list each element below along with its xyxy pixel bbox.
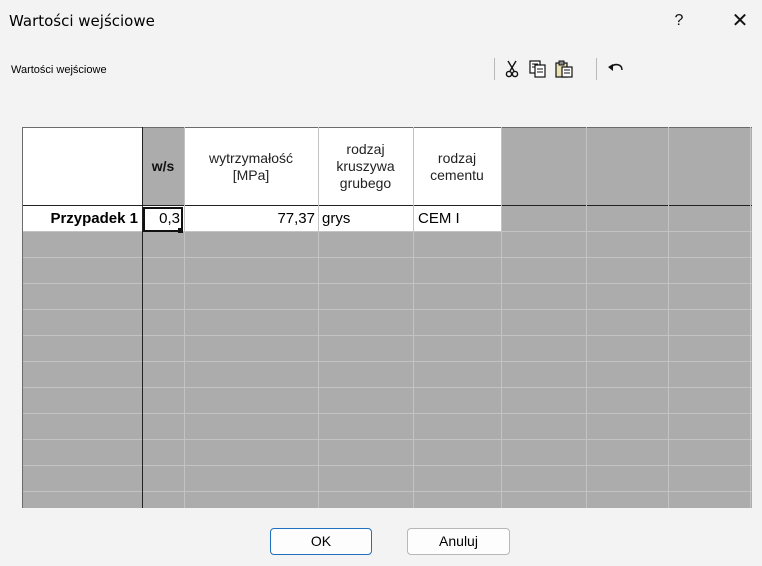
column-header-aggregate[interactable]: rodzaj kruszywa grubego bbox=[318, 128, 413, 205]
window-title: Wartości wejściowe bbox=[9, 12, 155, 30]
title-bar: Wartości wejściowe ? ✕ bbox=[0, 0, 762, 40]
help-button[interactable]: ? bbox=[667, 9, 691, 33]
ok-button[interactable]: OK bbox=[270, 528, 372, 555]
header-ws-label: w/s bbox=[151, 158, 175, 174]
row-header-case-1[interactable]: Przypadek 1 bbox=[24, 207, 142, 231]
toolbar-separator bbox=[596, 58, 597, 80]
scissors-icon[interactable] bbox=[502, 59, 522, 79]
column-header-ws[interactable]: w/s bbox=[142, 128, 184, 205]
grid-line bbox=[23, 465, 752, 466]
grid-line bbox=[23, 413, 752, 414]
header-aggregate-line1: rodzaj bbox=[346, 141, 385, 157]
toolbar-separator bbox=[494, 58, 495, 80]
grid-line bbox=[23, 361, 752, 362]
input-values-grid: w/s wytrzymałość [MPa] rodzaj kruszywa g… bbox=[22, 127, 752, 508]
edit-toolbar bbox=[494, 54, 654, 82]
close-button[interactable]: ✕ bbox=[728, 9, 752, 33]
cell-strength[interactable]: 77,37 bbox=[185, 207, 318, 231]
group-label: Wartości wejściowe bbox=[11, 64, 107, 76]
grid-line bbox=[23, 205, 752, 206]
fill-handle[interactable] bbox=[178, 228, 183, 233]
grid-line bbox=[23, 309, 752, 310]
cancel-button[interactable]: Anuluj bbox=[407, 528, 510, 555]
cell-aggregate[interactable]: grys bbox=[320, 207, 412, 231]
copy-icon[interactable] bbox=[528, 59, 548, 79]
grid-line bbox=[23, 439, 752, 440]
undo-icon[interactable] bbox=[606, 59, 626, 79]
column-header-cement[interactable]: rodzaj cementu bbox=[413, 128, 501, 205]
header-cement-line2: cementu bbox=[430, 166, 484, 183]
header-aggregate-line2: kruszywa bbox=[336, 158, 395, 174]
header-cement-line1: rodzaj bbox=[437, 149, 477, 166]
column-header-strength[interactable]: wytrzymałość [MPa] bbox=[184, 128, 318, 205]
cell-cement[interactable]: CEM I bbox=[416, 207, 500, 231]
cell-ws[interactable]: 0,3 bbox=[143, 207, 183, 232]
grid-line bbox=[23, 387, 752, 388]
header-strength-line2: [MPa] bbox=[232, 166, 270, 183]
grid-line bbox=[586, 127, 587, 508]
header-aggregate-line3: grubego bbox=[339, 175, 392, 191]
header-strength-line1: wytrzymałość bbox=[208, 149, 293, 166]
grid-line bbox=[750, 127, 751, 508]
grid-line bbox=[23, 283, 752, 284]
grid-line bbox=[23, 257, 752, 258]
paste-icon[interactable] bbox=[554, 59, 574, 79]
grid-line bbox=[668, 127, 669, 508]
grid-line bbox=[23, 231, 752, 232]
grid-line bbox=[23, 491, 752, 492]
grid-line bbox=[23, 335, 752, 336]
grid-line bbox=[501, 127, 502, 508]
